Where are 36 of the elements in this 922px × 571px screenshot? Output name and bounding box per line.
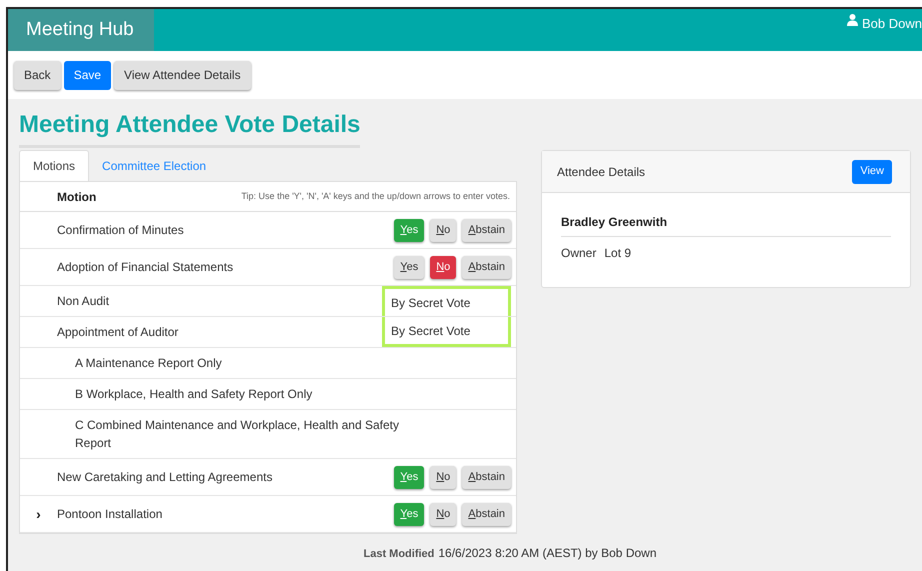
vote-button[interactable]: Abstain [462, 466, 511, 488]
vote-button[interactable]: Abstain [462, 502, 511, 526]
vote-button[interactable]: No [430, 502, 456, 526]
vote-button[interactable]: Yes [394, 256, 424, 278]
motion-title: C Combined Maintenance and Workplace, Health and Safety Report [74, 417, 400, 452]
secret-vote-note: By Secret Vote [382, 286, 511, 316]
motion-title: Pontoon Installation [57, 506, 162, 523]
last-modified-label: Last Modified [363, 547, 434, 562]
page-title: Meeting Attendee Vote Details [19, 107, 360, 148]
vote-button[interactable]: Abstain [462, 256, 511, 278]
attendee-name: Bradley Greenwith [561, 213, 891, 237]
secret-vote-note: By Secret Vote [382, 317, 511, 347]
motion-title: Non Audit [57, 293, 110, 310]
attendee-lot: Lot 9 [604, 245, 632, 262]
motion-title: B Workplace, Health and Safety Report Only [74, 386, 314, 403]
toolbar-button[interactable]: View Attendee Details [114, 60, 251, 90]
toolbar-button[interactable]: Back [14, 60, 61, 90]
view-button[interactable]: View [852, 160, 892, 184]
column-header: Motion [57, 188, 96, 206]
attendee-role: Owner [561, 245, 596, 262]
tab[interactable]: Motions [19, 150, 90, 181]
motion-title: New Caretaking and Letting Agreements [57, 469, 272, 486]
vote-button[interactable]: No [430, 218, 456, 242]
toolbar-button[interactable]: Save [64, 60, 112, 90]
motion-title: Confirmation of Minutes [57, 222, 184, 239]
last-modified-value: 16/6/2023 8:20 AM (AEST) by Bob Down [438, 545, 656, 562]
vote-button[interactable]: No [430, 256, 456, 278]
user-icon [847, 14, 858, 26]
card-title: Attendee Details [557, 164, 646, 180]
vote-button[interactable]: Abstain [462, 218, 511, 242]
motion-title: A Maintenance Report Only [74, 355, 223, 372]
expand-toggle[interactable]: › [36, 507, 41, 521]
vote-button[interactable]: No [430, 466, 456, 488]
motion-title: Adoption of Financial Statements [57, 259, 234, 276]
tip-text: Tip: Use the 'Y', 'N', 'A' keys and the up/down arrows to enter votes. [241, 190, 510, 203]
motion-title: Appointment of Auditor [57, 324, 178, 341]
